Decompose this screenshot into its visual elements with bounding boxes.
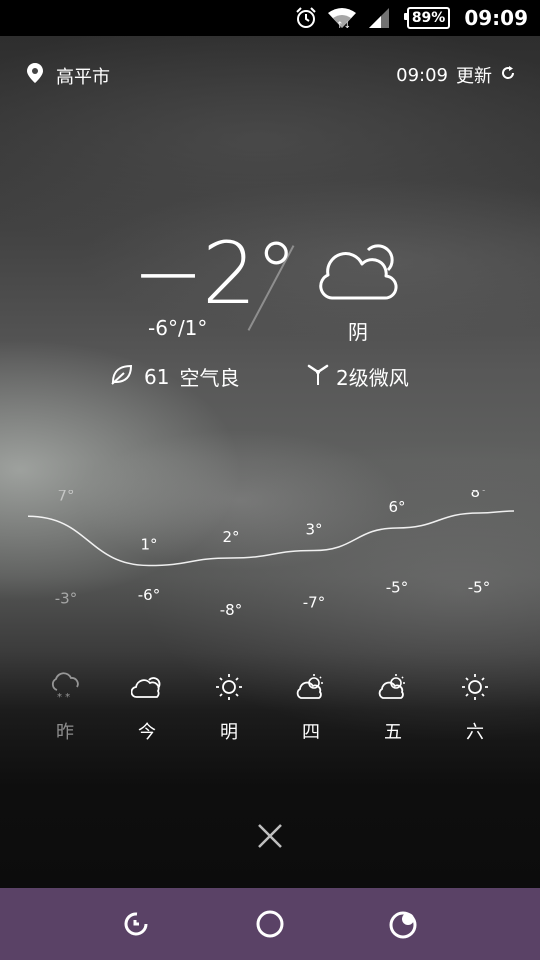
forecast-day[interactable]: 六 (434, 672, 516, 744)
high-temp-label: 7° (57, 490, 74, 505)
air-quality[interactable]: 61 空气良 (110, 362, 239, 391)
forecast-day[interactable]: 五 (352, 672, 434, 744)
high-temp-label: 8° (470, 490, 487, 501)
svg-text:* *: * * (57, 692, 70, 702)
high-temp-label: 6° (388, 498, 405, 516)
cloudy-icon (318, 232, 404, 308)
forecast-day-label: 四 (302, 722, 320, 743)
signal-icon (367, 7, 391, 29)
alarm-icon (295, 7, 317, 29)
svg-text:↑↓: ↑↓ (336, 21, 351, 30)
location-pin-icon (26, 62, 44, 89)
temperature-range: -6°/1° (148, 316, 208, 340)
forecast-day-label: 昨 (56, 722, 74, 743)
low-temp-label: -5° (468, 579, 490, 597)
partly-cloudy-icon (377, 672, 409, 706)
forecast-day[interactable]: 明 (188, 672, 270, 744)
sunny-icon (459, 672, 491, 706)
wifi-icon: ↑↓ (327, 6, 357, 30)
low-temp-label: -7° (303, 594, 325, 612)
location[interactable]: 高平市 (26, 62, 110, 89)
low-temp-label: -8° (220, 601, 242, 619)
forecast-day-label: 六 (466, 722, 484, 743)
update-label: 更新 (456, 66, 492, 87)
weather-condition: 阴 (348, 320, 368, 344)
leaf-icon (110, 363, 134, 390)
nav-recent-button[interactable] (383, 904, 423, 944)
low-temp-label: -5° (386, 579, 408, 597)
sunny-icon (213, 672, 245, 706)
location-name: 高平市 (56, 66, 110, 88)
current-temperature: −2° (132, 224, 298, 324)
forecast-day[interactable]: * * 昨 (24, 672, 106, 744)
status-bar: ↑↓ 89% 09:09 (0, 0, 540, 36)
home-icon (256, 910, 284, 938)
status-time: 09:09 (464, 6, 528, 30)
wind-info[interactable]: 2级微风 (306, 362, 409, 391)
update-status[interactable]: 09:09 更新 (396, 62, 516, 88)
forecast-day[interactable]: 四 (270, 672, 352, 744)
nav-home-button[interactable] (250, 904, 290, 944)
update-time: 09:09 (396, 64, 448, 86)
aqi-value: 61 (144, 364, 170, 389)
close-icon (258, 824, 282, 848)
nav-back-button[interactable] (117, 904, 157, 944)
forecast-days: * * 昨 今 明 四 五 六 (24, 672, 516, 744)
wind-turbine-icon (306, 362, 330, 391)
forecast-day-label: 明 (220, 722, 238, 743)
high-temp-curve (27, 510, 515, 567)
refresh-icon (124, 912, 148, 936)
high-temp-label: 3° (305, 521, 322, 539)
forecast-day-label: 今 (138, 722, 156, 743)
weather-screen: ↑↓ 89% 09:09 高平市 09:09 更新 −2° -6°/1° 阴 6… (0, 0, 540, 960)
aqi-label: 空气良 (179, 366, 240, 390)
battery-icon: 89% (403, 7, 451, 29)
snow-cloud-icon: * * (49, 672, 81, 706)
high-temp-label: 1° (140, 536, 157, 554)
low-temp-label: -6° (138, 586, 160, 604)
forecast-day[interactable]: 今 (106, 672, 188, 744)
forecast-day-label: 五 (384, 722, 402, 743)
temperature-chart: 7° 1° 2° 3° 6° 8° -3° -6° -8° -7° -5° -5° (27, 490, 515, 619)
close-button[interactable] (254, 820, 286, 852)
navigation-bar (0, 888, 540, 960)
low-temp-label: -3° (55, 590, 77, 608)
high-temp-label: 2° (222, 528, 239, 546)
battery-level: 89% (411, 10, 446, 26)
refresh-icon (500, 65, 516, 86)
cloudy-icon (130, 672, 163, 706)
partly-cloudy-icon (295, 672, 327, 706)
wind-label: 2级微风 (336, 366, 409, 390)
night-mode-icon (389, 911, 417, 939)
